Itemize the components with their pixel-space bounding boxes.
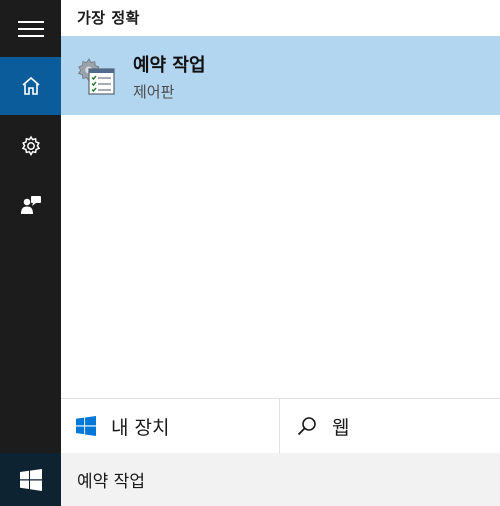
hamburger-menu-icon [17,21,44,37]
sidebar [0,0,61,453]
search-icon [296,415,318,437]
my-device-label: 내 장치 [111,416,170,439]
home-icon [21,76,40,95]
web-filter-button[interactable]: 웹 [280,399,500,453]
task-scheduler-icon [77,58,115,95]
results-panel: 가장 정확 예약 작업 제어판 내 장치 웹 [61,0,500,453]
sidebar-item-settings[interactable] [0,117,61,175]
web-label: 웹 [332,416,350,439]
start-search-panel: 가장 정확 예약 작업 제어판 내 장치 웹 예약 작업 [0,0,500,506]
hamburger-menu-button[interactable] [0,0,61,58]
search-query-text: 예약 작업 [77,472,145,492]
search-scope-bar: 내 장치 웹 [61,398,500,453]
windows-logo-icon [19,468,42,491]
search-input[interactable]: 예약 작업 [61,453,500,506]
result-title: 예약 작업 [133,55,206,76]
my-device-filter-button[interactable]: 내 장치 [61,399,280,453]
best-match-result[interactable]: 예약 작업 제어판 [61,36,500,115]
feedback-icon [20,196,41,214]
sidebar-item-feedback[interactable] [0,176,61,234]
gear-icon [21,135,40,156]
start-button[interactable] [0,453,61,506]
windows-logo-icon [75,415,97,437]
result-subtitle: 제어판 [133,83,175,101]
section-title-best-match: 가장 정확 [77,9,140,27]
sidebar-item-home[interactable] [0,57,61,115]
